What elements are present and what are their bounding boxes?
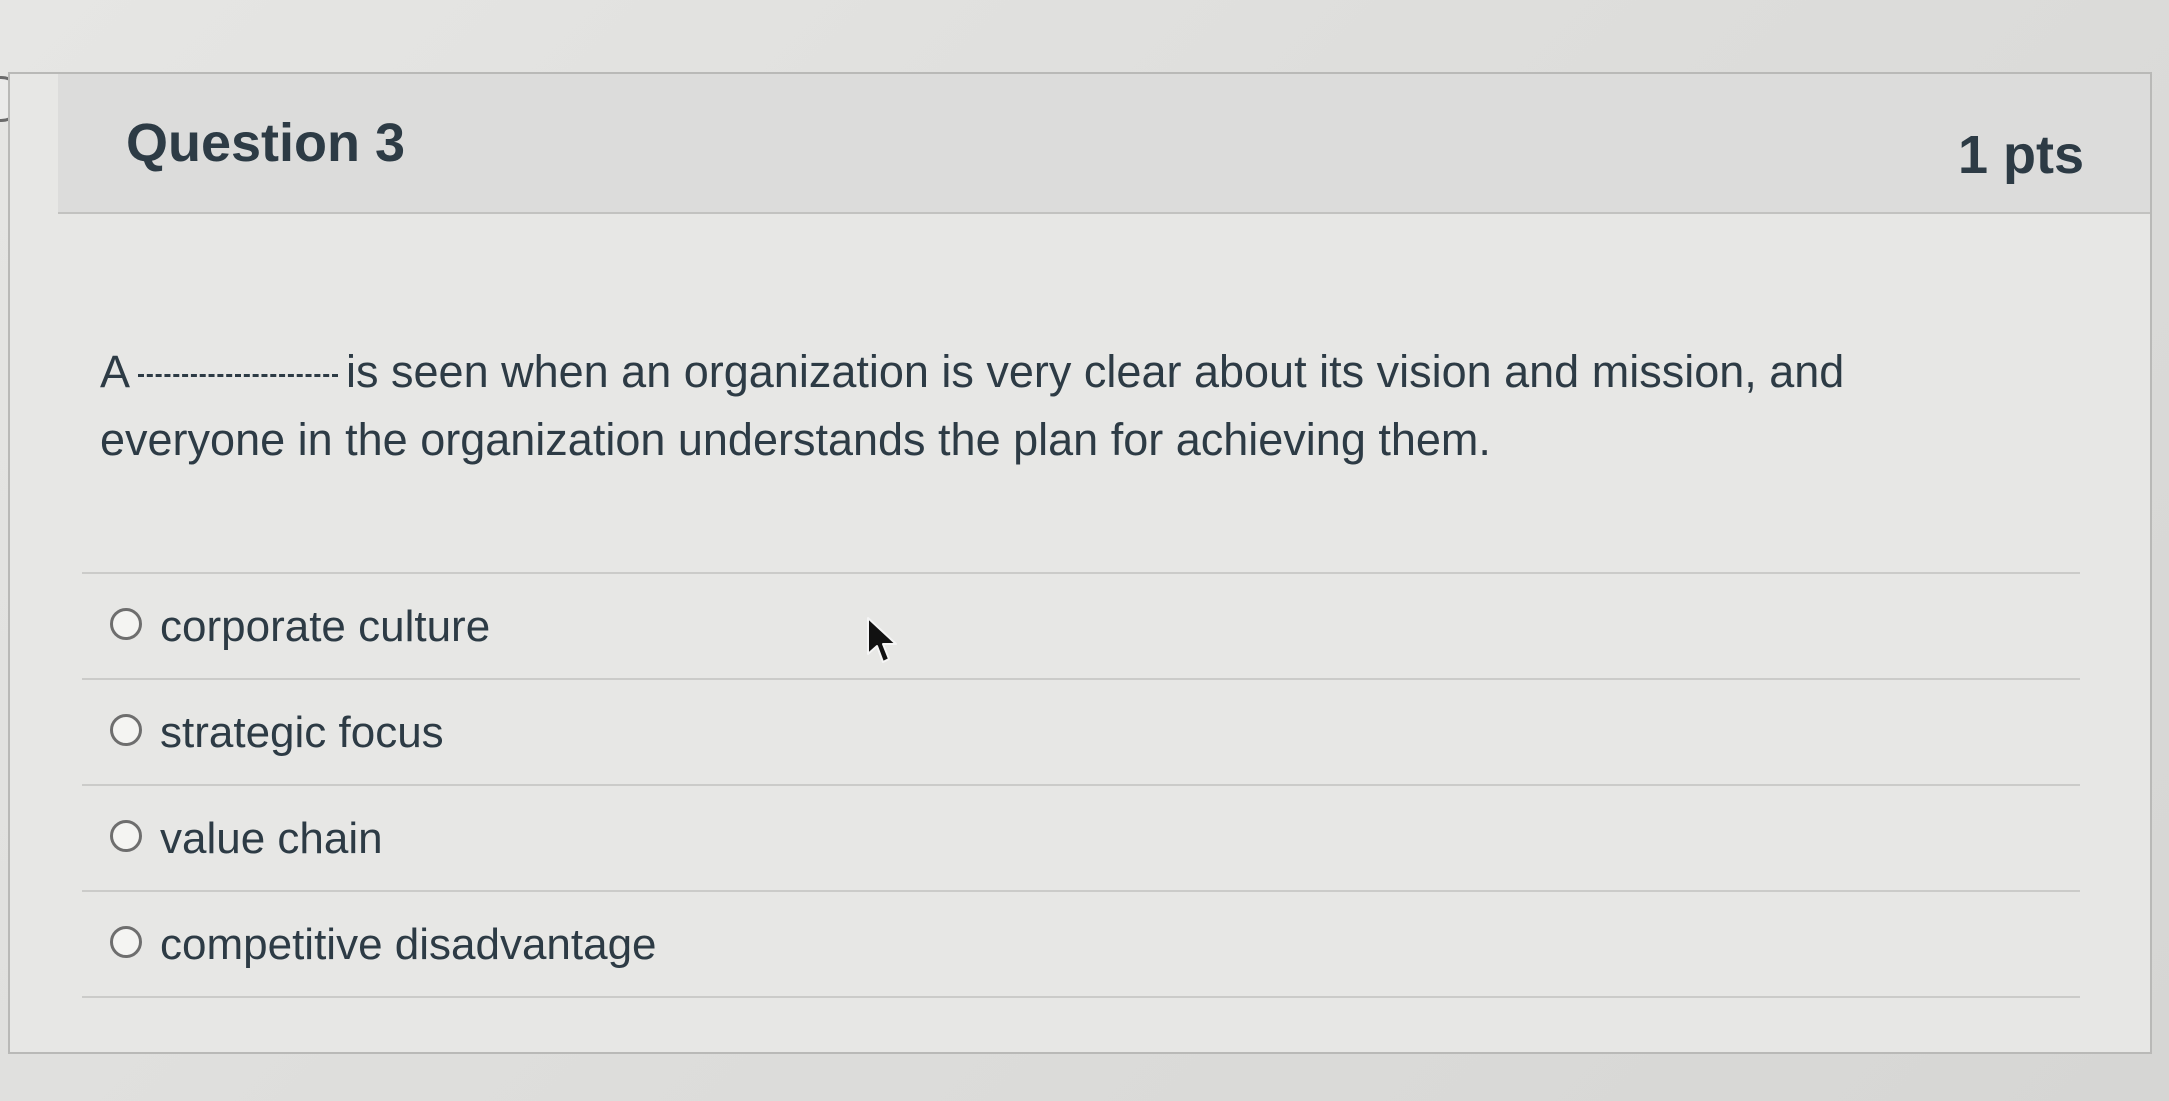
answer-list: corporate culture strategic focus value …	[82, 572, 2080, 998]
question-body: Ais seen when an organization is very cl…	[100, 338, 1980, 474]
radio-button[interactable]	[110, 926, 142, 958]
mouse-pointer-icon	[867, 617, 897, 663]
radio-button[interactable]	[110, 608, 142, 640]
question-header: Question 3 1 pts	[58, 74, 2150, 214]
answer-option-3[interactable]: value chain	[82, 784, 2080, 890]
answer-label: competitive disadvantage	[160, 920, 657, 969]
question-points: 1 pts	[1957, 125, 2084, 185]
answer-option-4[interactable]: competitive disadvantage	[82, 890, 2080, 998]
radio-button[interactable]	[110, 714, 142, 746]
radio-button[interactable]	[110, 820, 142, 852]
answer-option-1[interactable]: corporate culture	[82, 572, 2080, 678]
answer-option-2[interactable]: strategic focus	[82, 678, 2080, 784]
answer-label: corporate culture	[160, 602, 491, 651]
answer-label: value chain	[160, 814, 383, 863]
answer-label: strategic focus	[160, 708, 444, 757]
question-text: Ais seen when an organization is very cl…	[100, 338, 1980, 474]
question-text-before: A	[100, 346, 131, 397]
question-title: Question 3	[126, 113, 406, 173]
question-card: Question 3 1 pts Ais seen when an organi…	[8, 72, 2152, 1054]
question-text-after: is seen when an organization is very cle…	[100, 346, 1845, 465]
fill-in-blank	[138, 374, 339, 377]
